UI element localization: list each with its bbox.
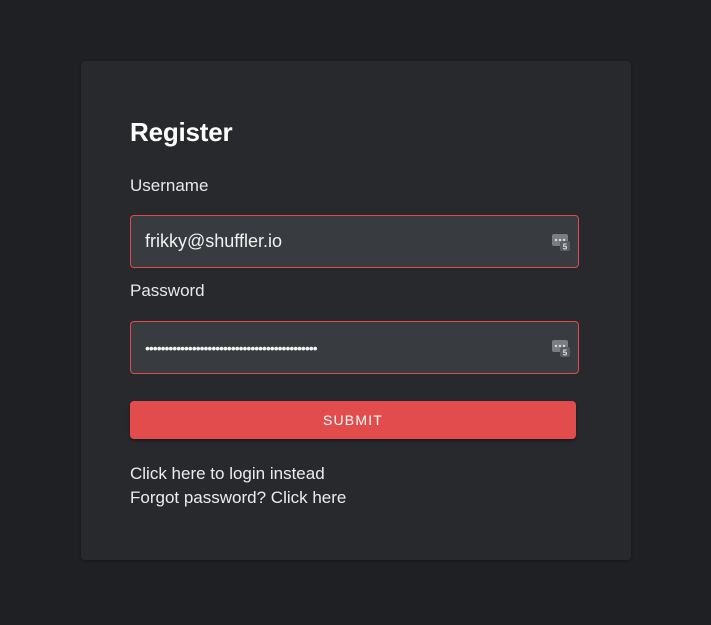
password-manager-icon[interactable]: 5	[552, 339, 570, 357]
svg-text:5: 5	[563, 349, 568, 358]
password-manager-icon[interactable]: 5	[552, 233, 570, 251]
password-input[interactable]	[131, 322, 541, 373]
username-label: Username	[130, 176, 209, 195]
username-input[interactable]	[131, 216, 541, 267]
login-link[interactable]: Click here to login instead	[130, 464, 325, 484]
username-field[interactable]: 5	[130, 215, 579, 268]
register-card: Register Username 5 Password 5 SUBMIT Cl…	[81, 61, 631, 560]
password-label: Password	[130, 281, 205, 300]
page-title: Register	[130, 117, 233, 147]
svg-text:5: 5	[563, 243, 568, 252]
submit-button[interactable]: SUBMIT	[130, 401, 576, 439]
forgot-password-link[interactable]: Forgot password? Click here	[130, 488, 346, 508]
password-field[interactable]: 5	[130, 321, 579, 374]
